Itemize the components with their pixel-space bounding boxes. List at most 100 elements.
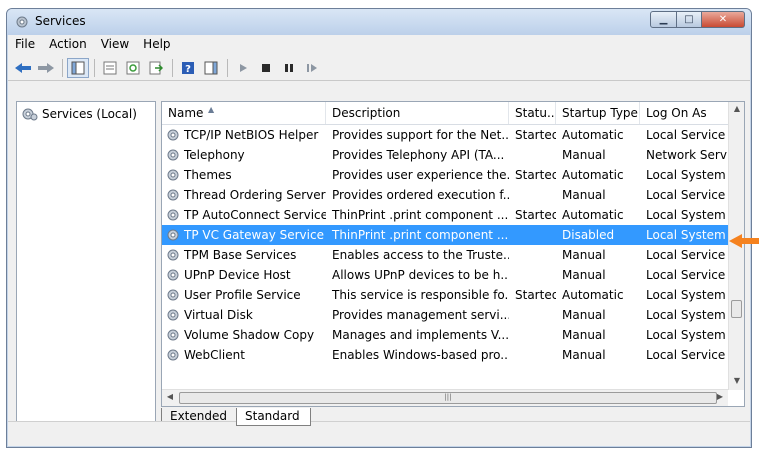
cell-description: Provides Telephony API (TA... [332,148,505,162]
cell-log-on-as: Local System [646,328,726,342]
scroll-left-icon[interactable]: ◀ [162,392,178,401]
tree-item-label: Services (Local) [42,107,137,121]
table-row[interactable]: WebClient Enables Windows-based pro... Man… [162,345,728,365]
maximize-button[interactable]: □ [677,11,702,28]
column-header-log-on-as[interactable]: Log On As [640,102,732,124]
cell-log-on-as: Local System [646,168,726,182]
table-row[interactable]: Virtual Disk Provides management servi...… [162,305,728,325]
properties-icon [103,61,117,74]
cell-description: ThinPrint .print component ... [332,208,509,222]
cell-name: User Profile Service [162,285,326,305]
vertical-scroll-thumb[interactable] [731,300,742,318]
cell-status [509,245,556,265]
services-window: Services ▁ □ ✕ File Action View Help ? S… [6,8,752,448]
service-name: TP AutoConnect Service [184,208,326,222]
services-gear-icon [16,16,28,28]
content-area: Services (Local) Name ▲ Description Stat… [8,81,750,426]
cell-startup-type: Automatic [562,208,624,222]
table-row[interactable]: Telephony Provides Telephony API (TA... Ma… [162,145,732,165]
stop-service-button[interactable] [255,58,277,78]
table-row[interactable]: Themes Provides user experience the... Sta… [162,165,728,185]
cell-log-on-as: Local System [646,228,726,242]
cell-description: Enables access to the Truste... [332,248,509,262]
cell-status: Started [515,288,556,302]
service-name: Thread Ordering Server [184,188,326,202]
service-name: Volume Shadow Copy [184,328,315,342]
tree-item-services-local[interactable]: Services (Local) [22,107,137,121]
help-button[interactable]: ? [177,58,199,78]
back-button[interactable] [12,58,34,78]
cell-name: Telephony [162,145,326,165]
cell-description: Allows UPnP devices to be h... [332,268,509,282]
sort-ascending-icon: ▲ [208,105,215,114]
show-hide-tree-button[interactable] [67,57,89,78]
column-header-status[interactable]: Statu... [509,102,556,124]
start-service-button[interactable] [232,58,254,78]
cell-status [509,145,556,165]
scroll-right-icon[interactable]: ▶ [712,392,728,401]
cell-log-on-as: Local Service [646,188,726,202]
forward-button[interactable] [35,58,57,78]
cell-startup-type: Manual [562,308,606,322]
column-header-startup-type[interactable]: Startup Type [556,102,640,124]
refresh-button[interactable] [122,58,144,78]
show-hide-action-pane-button[interactable] [200,58,222,78]
service-name: TP VC Gateway Service [184,228,324,242]
cell-startup-type: Manual [562,268,606,282]
table-row[interactable]: TPM Base Services Enables access to the T… [162,245,728,265]
service-gear-icon [167,149,179,161]
cell-status: Started [515,168,556,182]
table-row[interactable]: User Profile Service This service is resp… [162,285,728,305]
service-gear-icon [167,169,179,181]
cell-description: Enables Windows-based pro... [332,348,509,362]
toolbar: ? [8,55,750,81]
service-gear-icon [167,129,179,141]
pause-service-button[interactable] [278,58,300,78]
menu-action[interactable]: Action [42,35,94,55]
export-list-button[interactable] [145,58,167,78]
minimize-button[interactable]: ▁ [650,11,677,28]
service-name: Telephony [184,148,245,162]
tab-standard[interactable]: Standard [236,408,311,426]
show-hide-tree-icon [71,61,85,74]
table-row[interactable]: TP AutoConnect Service ThinPrint .print c… [162,205,728,225]
toolbar-separator [94,58,95,77]
forward-arrow-icon [38,62,54,73]
scroll-up-icon[interactable]: ▲ [729,104,744,113]
cell-description: Provides support for the Net... [332,128,509,142]
horizontal-scroll-thumb[interactable]: ||| [179,392,717,404]
cell-name: Virtual Disk [162,305,326,325]
cell-name: TPM Base Services [162,245,326,265]
close-button[interactable]: ✕ [702,11,745,28]
properties-button[interactable] [99,58,121,78]
service-name: User Profile Service [184,288,301,302]
show-hide-action-pane-icon [204,61,218,74]
column-header-description[interactable]: Description [326,102,509,124]
title-bar[interactable]: Services ▁ □ ✕ [7,9,751,35]
cell-description: ThinPrint .print component ... [332,228,509,242]
cell-description: This service is responsible fo... [332,288,509,302]
table-row[interactable]: TP VC Gateway Service ThinPrint .print co… [162,225,728,245]
cell-startup-type: Automatic [562,288,624,302]
horizontal-scrollbar[interactable]: ◀ ||| ▶ [162,389,728,406]
scroll-down-icon[interactable]: ▼ [729,376,744,385]
cell-log-on-as: Local Service [646,348,726,362]
menu-file[interactable]: File [8,35,42,55]
cell-startup-type: Manual [562,148,606,162]
table-row[interactable]: Thread Ordering Server Provides ordered e… [162,185,728,205]
column-header-name[interactable]: Name ▲ [162,102,326,124]
menu-help[interactable]: Help [136,35,177,55]
menu-view[interactable]: View [94,35,136,55]
menu-bar: File Action View Help [8,35,750,55]
cell-status [509,185,556,205]
cell-startup-type: Manual [562,248,606,262]
cell-status [509,265,556,285]
table-row[interactable]: UPnP Device Host Allows UPnP devices to b… [162,265,728,285]
start-service-icon [240,63,247,72]
service-gear-icon [167,289,179,301]
cell-startup-type: Disabled [562,228,615,242]
window-title: Services [35,14,86,28]
resume-service-button[interactable] [301,58,323,78]
table-row[interactable]: Volume Shadow Copy Manages and implements… [162,325,728,345]
table-row[interactable]: TCP/IP NetBIOS Helper Provides support fo… [162,125,728,145]
